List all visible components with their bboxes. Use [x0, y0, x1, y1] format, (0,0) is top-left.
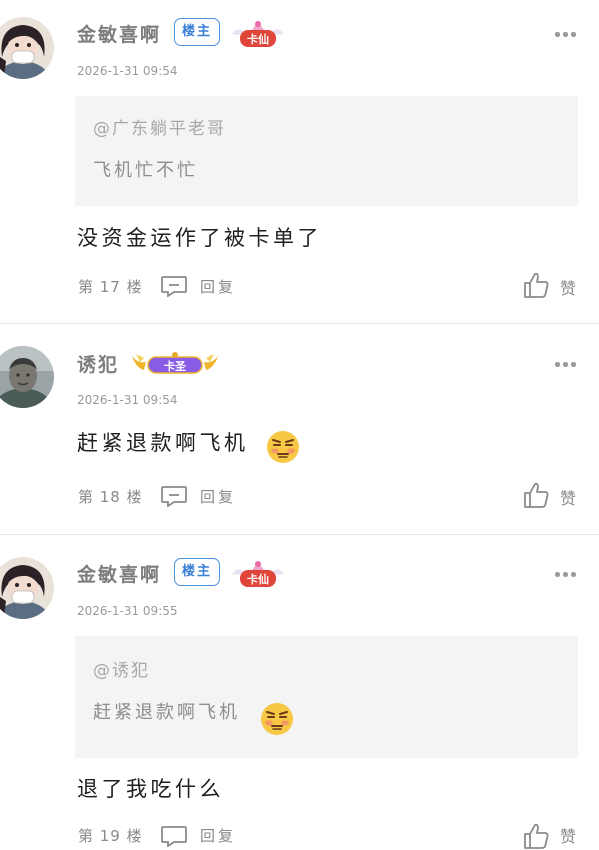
floor-number: 第 19 楼	[78, 827, 143, 845]
thumbs-up-icon[interactable]	[522, 481, 550, 509]
quoted-text: 飞机忙不忙	[93, 160, 198, 181]
quoted-mention[interactable]: @广东躺平老哥	[93, 114, 226, 139]
level-badge: 卡圣	[130, 350, 220, 376]
comment-content: 没资金运作了被卡单了	[77, 226, 322, 250]
thumbs-up-icon[interactable]	[522, 271, 550, 299]
floor-number: 第 18 楼	[78, 488, 143, 506]
author-name[interactable]: 金敏喜啊	[77, 20, 161, 47]
quoted-reply[interactable]: @诱犯 赶紧退款啊飞机	[75, 636, 578, 758]
floor-number: 第 17 楼	[78, 278, 143, 296]
post-time: 2026-1-31 09:54	[77, 64, 178, 78]
cringe-face-emoji	[266, 430, 300, 464]
quoted-reply[interactable]: @广东躺平老哥 飞机忙不忙	[75, 96, 578, 206]
post-time: 2026-1-31 09:54	[77, 393, 178, 407]
comment-content: 退了我吃什么	[77, 777, 224, 801]
level-badge: 卡仙	[230, 20, 286, 50]
reply-icon[interactable]	[160, 275, 188, 297]
avatar[interactable]	[0, 557, 54, 619]
level-badge: 卡仙	[230, 560, 286, 590]
reply-icon[interactable]	[160, 485, 188, 507]
author-name[interactable]: 诱犯	[77, 350, 119, 377]
level-badge-text: 卡仙	[247, 573, 269, 586]
like-button[interactable]: 赞	[560, 275, 576, 299]
level-badge-text: 卡圣	[164, 360, 186, 373]
level-badge-text: 卡仙	[247, 33, 269, 46]
owner-badge: 楼主	[174, 558, 220, 586]
thumbs-up-icon[interactable]	[522, 822, 550, 850]
avatar[interactable]	[0, 346, 54, 408]
reply-button[interactable]: 回复	[200, 276, 236, 297]
author-name[interactable]: 金敏喜啊	[77, 560, 161, 587]
more-icon[interactable]	[555, 360, 577, 368]
like-button[interactable]: 赞	[560, 823, 576, 847]
comment-post: 金敏喜啊 楼主 卡仙 2026-1-31 09:54 @广东躺平老哥 飞机忙不忙…	[0, 0, 599, 323]
more-icon[interactable]	[555, 30, 577, 38]
avatar[interactable]	[0, 17, 54, 79]
comment-post: 金敏喜啊 楼主 卡仙 2026-1-31 09:55 @诱犯 赶紧退款啊飞机 退…	[0, 535, 599, 849]
reply-button[interactable]: 回复	[200, 825, 236, 846]
comment-post: 诱犯 卡圣 2026-1-31 09:54 赶紧退款啊飞机 第 18 楼 回复 …	[0, 324, 599, 534]
quoted-text: 赶紧退款啊飞机	[93, 702, 240, 723]
reply-button[interactable]: 回复	[200, 486, 236, 507]
like-button[interactable]: 赞	[560, 485, 576, 509]
comment-content: 赶紧退款啊飞机	[77, 431, 249, 455]
quoted-mention[interactable]: @诱犯	[93, 656, 150, 681]
owner-badge: 楼主	[174, 18, 220, 46]
more-icon[interactable]	[555, 570, 577, 578]
reply-icon[interactable]	[160, 825, 188, 847]
cringe-face-emoji	[260, 702, 294, 736]
post-time: 2026-1-31 09:55	[77, 604, 178, 618]
